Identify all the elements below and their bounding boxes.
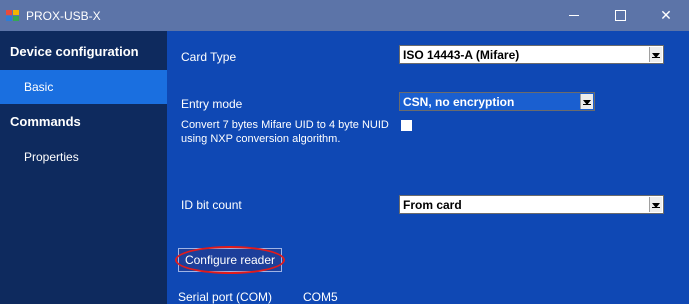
convert-option-label-line2: using NXP conversion algorithm. xyxy=(181,133,341,145)
entry-mode-select[interactable]: CSN, no encryption xyxy=(399,92,595,111)
id-bit-count-select[interactable]: From card xyxy=(399,195,664,214)
sidebar-item-device-configuration[interactable]: Device configuration xyxy=(0,34,167,68)
convert-option-label-line1: Convert 7 bytes Mifare UID to 4 byte NUI… xyxy=(181,119,389,131)
id-bit-count-dropdown-button[interactable] xyxy=(649,197,662,212)
convert-nuid-checkbox[interactable] xyxy=(401,120,412,131)
minimize-icon xyxy=(569,15,579,16)
sidebar-item-basic[interactable]: Basic xyxy=(0,70,167,104)
app-grid-icon xyxy=(6,10,20,21)
sidebar-item-commands[interactable]: Commands xyxy=(0,104,167,138)
serial-port-value: COM5 xyxy=(303,290,338,304)
sidebar-item-label: Properties xyxy=(24,150,79,164)
chevron-down-icon xyxy=(652,203,660,208)
id-bit-count-label: ID bit count xyxy=(181,198,242,212)
maximize-button[interactable] xyxy=(597,0,643,31)
sidebar-item-label: Device configuration xyxy=(10,43,139,59)
chevron-down-icon xyxy=(583,100,591,105)
entry-mode-label: Entry mode xyxy=(181,97,243,111)
card-type-select[interactable]: ISO 14443-A (Mifare) xyxy=(399,45,664,64)
title-bar: PROX-USB-X ✕ xyxy=(0,0,689,31)
status-footer: Serial port (COM) COM5 xyxy=(167,288,689,304)
entry-mode-dropdown-button[interactable] xyxy=(580,94,593,109)
window-title: PROX-USB-X xyxy=(26,9,101,23)
highlight-annotation-ring xyxy=(175,246,285,274)
serial-port-label: Serial port (COM) xyxy=(178,290,273,304)
card-type-value: ISO 14443-A (Mifare) xyxy=(403,48,520,62)
sidebar-item-label: Basic xyxy=(24,80,54,94)
chevron-down-icon xyxy=(652,53,660,58)
main-panel: Card Type ISO 14443-A (Mifare) Entry mod… xyxy=(167,31,689,304)
entry-mode-value: CSN, no encryption xyxy=(403,95,515,109)
id-bit-count-value: From card xyxy=(403,198,462,212)
sidebar-item-label: Commands xyxy=(10,113,81,129)
maximize-icon xyxy=(614,10,626,21)
card-type-label: Card Type xyxy=(181,50,237,64)
minimize-button[interactable] xyxy=(551,0,597,31)
card-type-dropdown-button[interactable] xyxy=(649,47,662,62)
sidebar-item-properties[interactable]: Properties xyxy=(0,140,167,174)
sidebar: Device configuration Basic Commands Prop… xyxy=(0,31,167,304)
close-icon: ✕ xyxy=(660,7,672,23)
close-button[interactable]: ✕ xyxy=(643,0,689,31)
